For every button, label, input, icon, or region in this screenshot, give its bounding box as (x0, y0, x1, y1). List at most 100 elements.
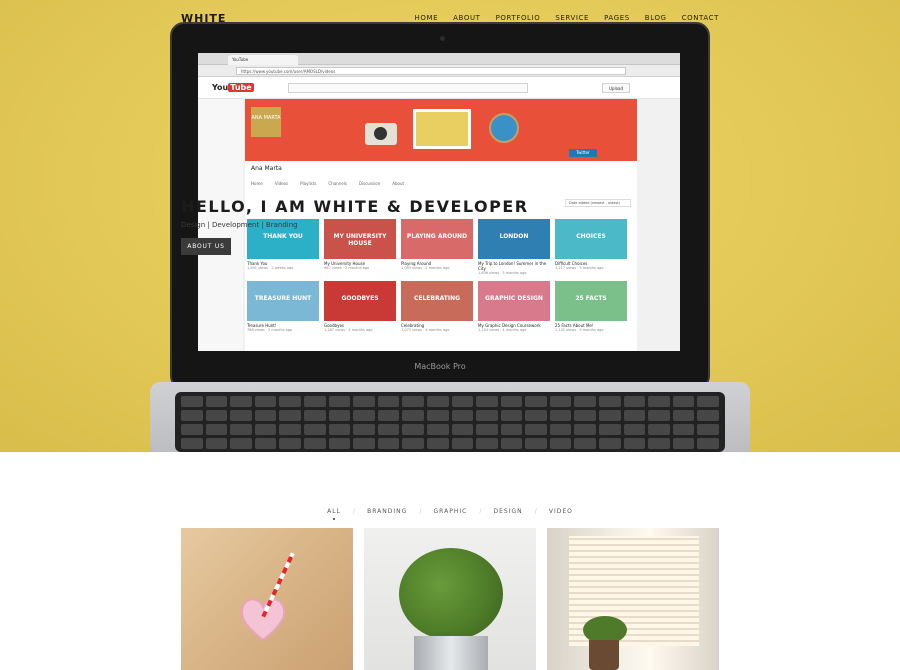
video-card: 25 FACTS 25 Facts About Me! 1,141 views · … (555, 281, 627, 332)
nav-blog[interactable]: BLOG (645, 14, 667, 22)
channel-name: Ana Marta (251, 165, 282, 172)
keyboard-key (328, 396, 351, 407)
video-card: CHOICES Difficult Choices 1,117 views · 3 … (555, 219, 627, 275)
keyboard-key (402, 438, 424, 449)
video-card: CELEBRATING Celebrating 1,073 views · 4 mo… (401, 281, 473, 332)
keyboard-key (230, 424, 252, 435)
video-meta: 1,093 views · 2 months ago (401, 266, 450, 270)
filter-separator: / (534, 508, 537, 515)
channel-tab: Home (251, 181, 263, 186)
thumbnail-caption: TREASURE HUNT (254, 295, 312, 302)
keyboard-key (672, 424, 695, 435)
youtube-search (288, 83, 528, 93)
video-grid: THANK YOU Thank You 1,891 views · 2 weeks … (247, 219, 635, 332)
keyboard-key (279, 438, 301, 449)
keyboard-key (303, 396, 326, 407)
video-thumbnail: TREASURE HUNT (247, 281, 319, 321)
nav-service[interactable]: SERVICE (555, 14, 589, 22)
video-title: My Trip to London! Summer in the City (478, 261, 547, 271)
video-thumbnail: PLAYING AROUND (401, 219, 473, 259)
nav-about[interactable]: ABOUT (453, 14, 480, 22)
keyboard-key (230, 410, 252, 421)
hero-subtitle: Design | Development | Branding (181, 221, 298, 229)
keyboard-key (205, 424, 228, 435)
laptop-keyboard (175, 392, 725, 452)
keyboard-key (500, 424, 523, 435)
keyboard-key (599, 424, 621, 435)
keyboard-key (353, 424, 375, 435)
channel-banner: ANA MARTA Twitter (245, 99, 637, 161)
keyboard-key (451, 396, 474, 407)
video-meta: 1,287 views · 4 months ago (324, 328, 373, 332)
keyboard-key (476, 424, 498, 435)
nav-home[interactable]: HOME (415, 14, 439, 22)
keyboard-key (648, 424, 670, 435)
keyboard-key (525, 424, 547, 435)
keyboard-key (574, 396, 597, 407)
video-meta: 1,073 views · 4 months ago (401, 328, 450, 332)
keyboard-key (623, 410, 646, 421)
keyboard-key (648, 396, 670, 407)
about-us-button[interactable]: ABOUT US (181, 238, 231, 255)
site-logo[interactable]: WHITE (181, 12, 226, 25)
browser-url: https://www.youtube.com/user/AMOSLD/vide… (236, 67, 626, 75)
keyboard-key (402, 410, 424, 421)
filter-all[interactable]: ALL (327, 508, 341, 520)
video-card: GRAPHIC DESIGN My Graphic Design Coursewo… (478, 281, 550, 332)
video-thumbnail: MY UNIVERSITY HOUSE (324, 219, 396, 259)
keyboard-key (623, 438, 646, 449)
keyboard-key (549, 424, 572, 435)
video-thumbnail: GOODBYES (324, 281, 396, 321)
keyboard-key (303, 424, 326, 435)
keyboard-key (599, 396, 621, 407)
channel-tab: Channels (328, 181, 347, 186)
keyboard-key (279, 424, 301, 435)
laptop-brand: MacBook Pro (414, 362, 466, 371)
filter-graphic[interactable]: GRAPHIC (434, 508, 468, 515)
hero-section: WHITE HOME ABOUT PORTFOLIO SERVICE PAGES… (0, 0, 900, 452)
video-thumbnail: CHOICES (555, 219, 627, 259)
keyboard-key (181, 410, 203, 421)
filter-branding[interactable]: BRANDING (367, 508, 407, 515)
nav-pages[interactable]: PAGES (604, 14, 630, 22)
keyboard-key (303, 438, 326, 449)
thumbnail-caption: 25 FACTS (575, 295, 607, 302)
keyboard-key (353, 396, 375, 407)
portfolio-item-potted-plant[interactable] (364, 528, 536, 670)
thumbnail-caption: LONDON (499, 233, 529, 240)
channel-tab: Playlists (300, 181, 317, 186)
keyboard-key (230, 396, 252, 407)
filter-separator: / (353, 508, 356, 515)
keyboard-key (353, 438, 375, 449)
keyboard-key (672, 410, 695, 421)
video-thumbnail: LONDON (478, 219, 550, 259)
keyboard-key (181, 396, 203, 407)
nav-contact[interactable]: CONTACT (682, 14, 719, 22)
thumbnail-caption: MY UNIVERSITY HOUSE (333, 233, 387, 247)
browser-tabbar: YouTube (198, 53, 680, 65)
filter-video[interactable]: VIDEO (549, 508, 573, 515)
keyboard-key (426, 396, 449, 407)
nav-portfolio[interactable]: PORTFOLIO (496, 14, 541, 22)
keyboard-key (672, 438, 695, 449)
video-thumbnail: 25 FACTS (555, 281, 627, 321)
video-card: TREASURE HUNT Treasure Hunt! 786 views · 3… (247, 281, 319, 332)
video-meta: 967 views · 2 months ago (324, 266, 370, 270)
thumbnail-caption: CELEBRATING (413, 295, 461, 302)
camera-illustration (365, 123, 397, 145)
keyboard-key (254, 424, 277, 435)
video-card: MY UNIVERSITY HOUSE My University House 96… (324, 219, 396, 275)
portfolio-item-window-plant[interactable] (547, 528, 719, 670)
keyboard-key (672, 396, 695, 407)
thumbnail-caption: GOODBYES (341, 295, 379, 302)
video-thumbnail: CELEBRATING (401, 281, 473, 321)
video-meta: 1,204 views · 4 months ago (478, 328, 527, 332)
filter-design[interactable]: DESIGN (494, 508, 523, 515)
youtube-upload: Upload (602, 83, 630, 93)
keyboard-key (697, 396, 719, 407)
keyboard-key (623, 396, 646, 407)
portfolio-item-heart-cup[interactable] (181, 528, 353, 670)
keyboard-key (549, 396, 572, 407)
keyboard-key (254, 410, 277, 421)
keyboard-key (697, 410, 719, 421)
